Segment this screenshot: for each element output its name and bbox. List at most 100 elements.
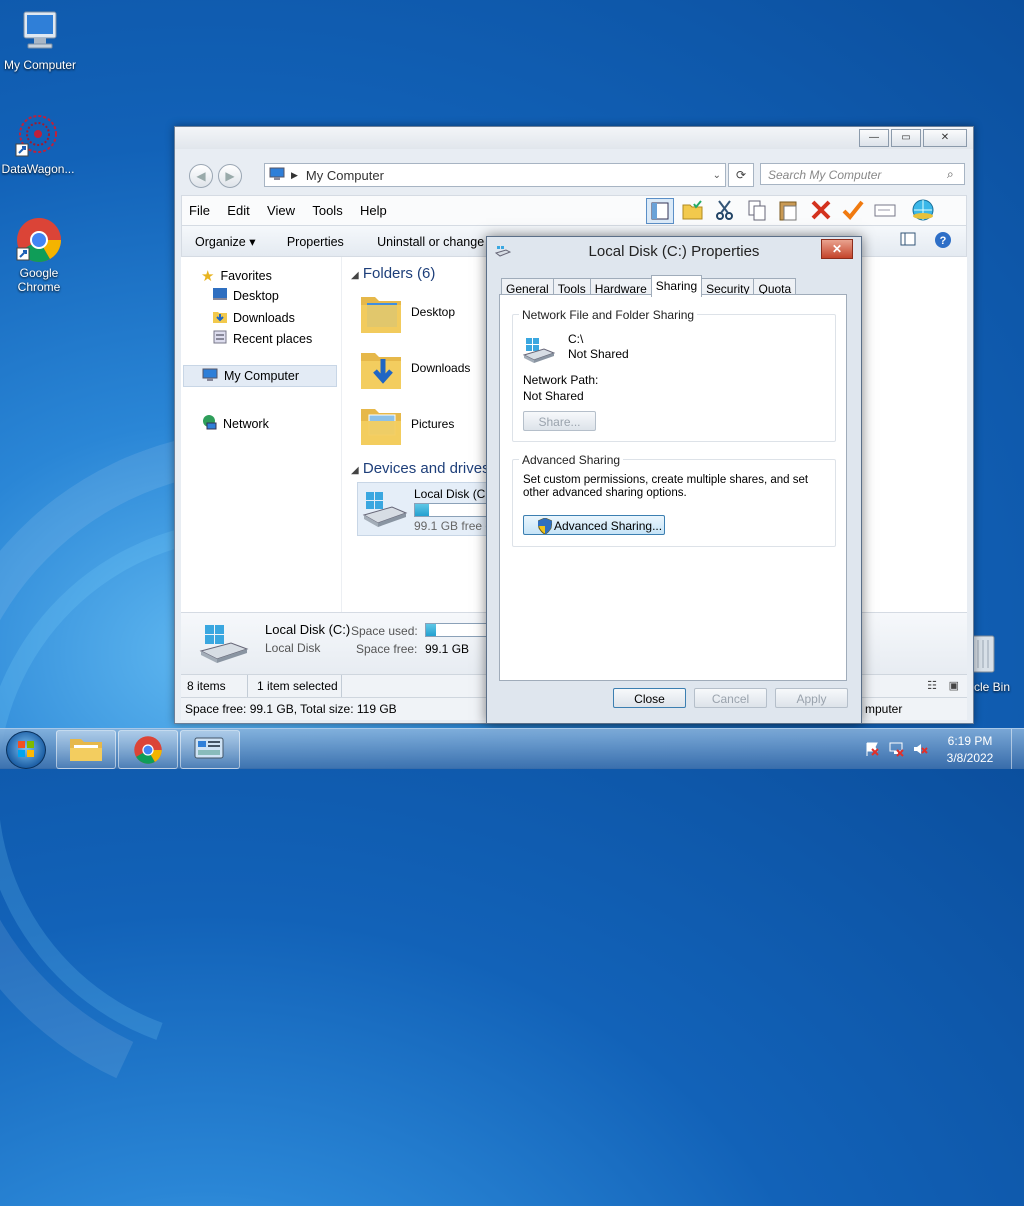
close-button[interactable]: ✕: [923, 129, 967, 147]
menu-help[interactable]: Help: [353, 196, 394, 218]
copy-icon[interactable]: [744, 198, 770, 222]
nav-favorites[interactable]: ★ Favorites: [201, 267, 272, 285]
network-globe-icon[interactable]: [910, 198, 936, 222]
menu-tools[interactable]: Tools: [305, 196, 349, 218]
cancel-button[interactable]: Cancel: [694, 688, 767, 708]
chevron-down-icon[interactable]: ⌄: [713, 170, 721, 181]
nav-recent-places[interactable]: Recent places: [213, 330, 312, 347]
show-desktop-button[interactable]: [1011, 729, 1024, 769]
advanced-sharing-button[interactable]: Advanced Sharing...: [523, 515, 665, 535]
organize-button[interactable]: Organize ▾: [195, 226, 255, 249]
forward-button[interactable]: ▶: [218, 164, 242, 188]
clock-date[interactable]: 3/8/2022: [940, 751, 1000, 765]
address-text: My Computer: [305, 167, 384, 183]
advanced-sharing-group: Advanced Sharing Set custom permissions,…: [512, 453, 836, 547]
caption-buttons: — ▭ ✕: [857, 129, 967, 147]
drive-item-c[interactable]: Local Disk (C: 99.1 GB free o: [357, 482, 499, 536]
details-usage-fill: [426, 624, 437, 636]
details-name: Local Disk (C:): [265, 622, 351, 637]
dialog-close-button[interactable]: ✕: [821, 239, 853, 259]
rename-icon[interactable]: [872, 198, 898, 222]
nav-my-computer[interactable]: My Computer: [183, 365, 337, 387]
organize-label: Organize: [195, 235, 246, 249]
folder-label: Pictures: [411, 417, 455, 431]
layout-icon[interactable]: [646, 198, 674, 224]
volume-muted-icon[interactable]: [912, 741, 928, 757]
minimize-button[interactable]: —: [859, 129, 889, 147]
clock-time[interactable]: 6:19 PM: [940, 734, 1000, 748]
tab-sharing[interactable]: Sharing: [650, 275, 703, 297]
preview-pane-icon[interactable]: [900, 231, 916, 250]
address-bar[interactable]: ▶ My Computer ⌄: [264, 163, 726, 187]
desktop-small-icon: [213, 288, 227, 303]
uac-shield-icon: [538, 518, 552, 534]
search-input[interactable]: Search My Computer: [760, 163, 965, 185]
taskbar-explorer[interactable]: [56, 730, 116, 769]
cut-icon[interactable]: [712, 198, 738, 222]
back-button[interactable]: ◀: [189, 164, 213, 188]
paste-icon[interactable]: [776, 198, 802, 222]
network-tray-icon[interactable]: [888, 741, 904, 757]
apply-button[interactable]: Apply: [775, 688, 848, 708]
details-view-icon[interactable]: ☷: [927, 679, 937, 692]
uninstall-button[interactable]: Uninstall or change a: [377, 227, 494, 249]
refresh-button[interactable]: ⟳: [728, 163, 754, 187]
space-free-value: 99.1 GB: [425, 642, 470, 656]
folders-header[interactable]: ◢ Folders (6): [351, 265, 435, 282]
nav-favorites-label: Favorites: [220, 269, 272, 283]
star-icon: ★: [201, 268, 215, 285]
chrome-icon: [15, 216, 63, 264]
computer-small-icon: [202, 368, 218, 385]
menu-bar: File Edit View Tools Help: [181, 195, 967, 226]
action-center-flag-icon[interactable]: [864, 741, 880, 757]
explorer-title-bar[interactable]: [175, 127, 973, 149]
network-path-label: Network Path:: [523, 373, 599, 387]
folder-check-icon[interactable]: [680, 198, 706, 222]
drive-icon: [523, 338, 555, 363]
status-selected: 1 item selected: [257, 679, 338, 693]
nav-network-label: Network: [223, 416, 269, 431]
help-icon[interactable]: ?: [934, 231, 952, 252]
properties-dialog: Local Disk (C:) Properties ✕ General Too…: [486, 236, 862, 724]
check-icon[interactable]: [840, 198, 866, 222]
large-icons-view-icon[interactable]: ▣: [949, 679, 959, 692]
breadcrumb-arrow-icon[interactable]: ▶: [291, 170, 298, 181]
start-button[interactable]: [6, 731, 46, 769]
nav-network[interactable]: Network: [201, 414, 269, 433]
folder-item-desktop[interactable]: Desktop: [359, 289, 455, 335]
search-icon[interactable]: ⌕: [947, 167, 954, 182]
folder-item-pictures[interactable]: Pictures: [359, 401, 454, 447]
menu-file[interactable]: File: [182, 196, 217, 218]
desktop-icon-datawagon[interactable]: DataWagon...: [0, 112, 78, 176]
taskbar-control-panel[interactable]: [180, 730, 240, 769]
space-status-text: Space free: 99.1 GB, Total size: 119 GB: [185, 702, 397, 716]
network-path-value: Not Shared: [523, 389, 584, 403]
desktop-icon-label: DataWagon...: [1, 162, 75, 176]
menu-edit[interactable]: Edit: [220, 196, 256, 218]
close-dialog-button[interactable]: Close: [613, 688, 686, 708]
nav-desktop[interactable]: Desktop: [213, 288, 279, 303]
taskbar: 6:19 PM 3/8/2022: [0, 728, 1024, 769]
network-sharing-title: Network File and Folder Sharing: [519, 308, 698, 322]
nav-downloads-label: Downloads: [233, 310, 295, 325]
folder-label: Desktop: [411, 305, 456, 319]
desktop-icon-my-computer[interactable]: My Computer: [0, 8, 80, 72]
menu-view[interactable]: View: [260, 196, 302, 218]
advanced-sharing-description: Set custom permissions, create multiple …: [523, 474, 809, 499]
delete-icon[interactable]: [808, 198, 834, 222]
properties-button[interactable]: Properties: [287, 227, 344, 249]
devices-header[interactable]: ◢ Devices and drives: [351, 460, 490, 477]
maximize-button[interactable]: ▭: [891, 129, 921, 147]
taskbar-chrome[interactable]: [118, 730, 178, 769]
quick-toolbar: [646, 198, 936, 224]
chrome-icon: [134, 736, 162, 764]
file-explorer-icon: [70, 739, 102, 761]
navigation-pane: ★ Favorites Desktop Downloads Recent pla…: [181, 257, 342, 612]
dialog-title[interactable]: Local Disk (C:) Properties: [487, 237, 861, 267]
folder-item-downloads[interactable]: Downloads: [359, 345, 470, 391]
nav-downloads[interactable]: Downloads: [213, 309, 295, 326]
share-button[interactable]: Share...: [523, 411, 596, 431]
folder-downloads-icon: [361, 353, 401, 389]
desktop-icon-chrome[interactable]: Google Chrome: [0, 216, 79, 294]
nav-computer-label: My Computer: [224, 369, 300, 383]
